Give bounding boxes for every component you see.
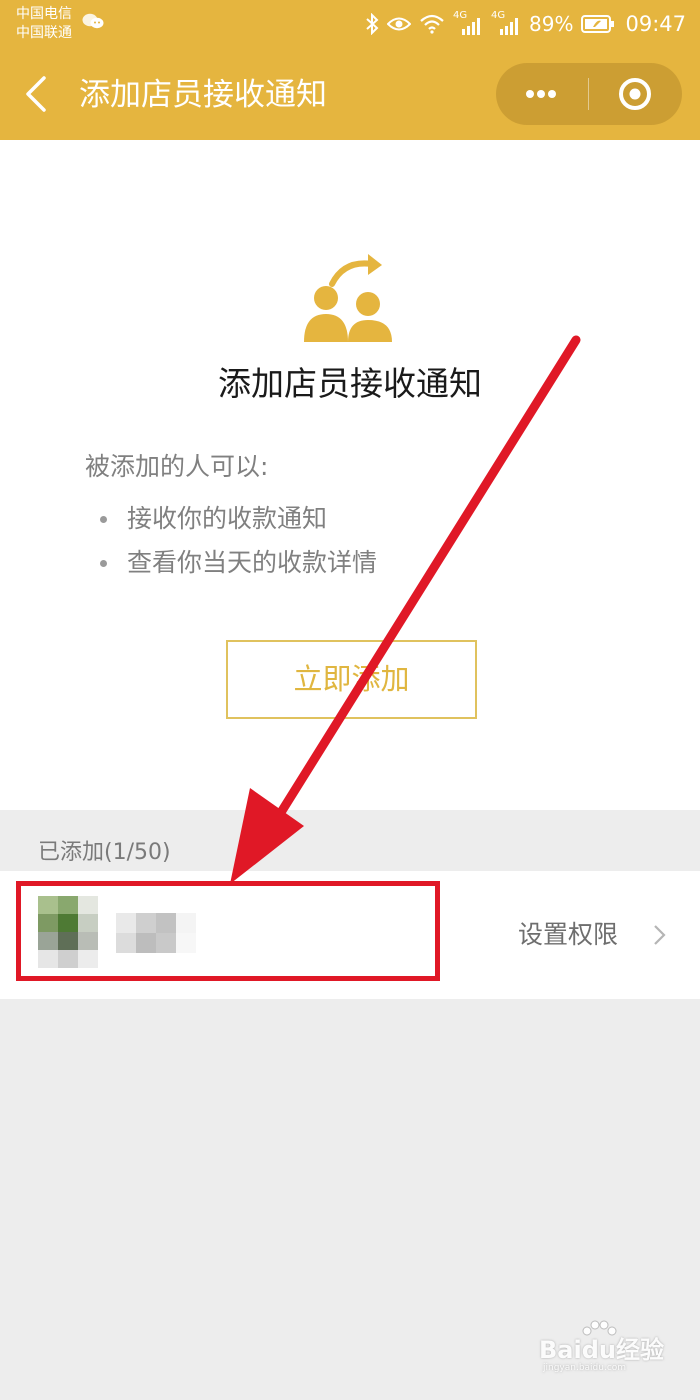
watermark-brand: Baidu经验 <box>539 1336 664 1364</box>
bullet-dot <box>100 560 107 567</box>
eye-icon <box>387 17 412 31</box>
signal-2: 4G <box>491 10 521 36</box>
add-staff-icon <box>304 254 392 342</box>
app-header: 中国电信 中国联通 4G 4G 89% 09:47 添加店员接收通知 <box>0 0 700 140</box>
baidu-watermark: Baidu经验 jingyan.baidu.com <box>533 1320 673 1373</box>
carrier-1: 中国电信 <box>16 6 72 22</box>
bluetooth-icon <box>366 13 379 35</box>
wechat-icon <box>82 13 104 29</box>
carrier-2: 中国联通 <box>16 25 72 41</box>
added-count-label: 已添加(1/50) <box>38 840 171 865</box>
intro-card: 添加店员接收通知 被添加的人可以: 接收你的收款通知 查看你当天的收款详情 立即… <box>0 140 700 810</box>
status-bar: 中国电信 中国联通 4G 4G 89% 09:47 <box>0 0 700 48</box>
carrier-info: 中国电信 中国联通 <box>16 5 104 43</box>
set-permission-link[interactable]: 设置权限 <box>518 918 618 952</box>
watermark-url: jingyan.baidu.com <box>543 1363 627 1373</box>
page-title: 添加店员接收通知 <box>79 77 327 113</box>
benefit-text: 接收你的收款通知 <box>127 504 328 533</box>
clock: 09:47 <box>625 12 686 36</box>
back-icon[interactable] <box>22 76 52 112</box>
battery-icon <box>581 15 615 33</box>
capsule-divider <box>588 78 589 110</box>
close-mini-program-icon[interactable] <box>618 77 652 111</box>
nav-bar: 添加店员接收通知 <box>0 48 700 140</box>
benefit-text: 查看你当天的收款详情 <box>127 548 378 577</box>
signal-1: 4G <box>453 10 483 36</box>
card-title: 添加店员接收通知 <box>218 364 482 403</box>
add-now-button[interactable]: 立即添加 <box>226 640 477 719</box>
annotation-highlight-box <box>16 881 440 981</box>
mini-program-capsule <box>496 63 682 125</box>
signal-icon <box>462 18 481 35</box>
wifi-icon <box>420 14 444 34</box>
signal-icon <box>500 18 519 35</box>
battery-percent: 89% <box>529 12 574 36</box>
description-heading: 被添加的人可以: <box>85 452 269 481</box>
more-icon[interactable] <box>522 81 560 107</box>
status-indicators: 4G 4G 89% 09:47 <box>365 10 686 38</box>
chevron-right-icon[interactable] <box>652 923 668 947</box>
bullet-dot <box>100 516 107 523</box>
